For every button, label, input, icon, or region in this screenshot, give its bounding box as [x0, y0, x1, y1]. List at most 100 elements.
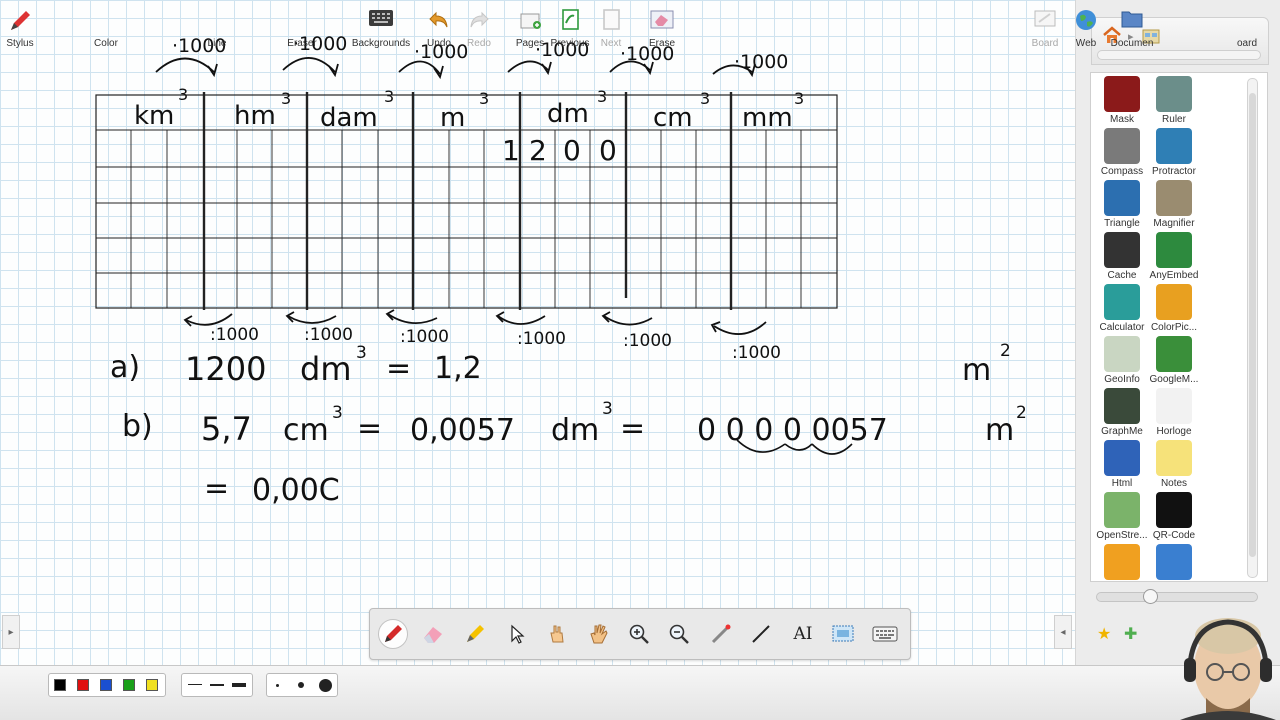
- tool-calculator[interactable]: Calculator: [1094, 284, 1150, 336]
- line-thick-option[interactable]: [232, 683, 246, 687]
- tool-label: Cache: [1107, 270, 1137, 281]
- tool-graphme[interactable]: GraphMe: [1094, 388, 1150, 440]
- swatch-blue[interactable]: [100, 679, 112, 691]
- tool-video[interactable]: [1146, 544, 1202, 596]
- tool-notes[interactable]: Notes: [1146, 440, 1202, 492]
- tool-protractor[interactable]: Protractor: [1146, 128, 1202, 180]
- tool-label: Html: [1111, 478, 1133, 489]
- svg-text:=: =: [204, 471, 229, 506]
- tool-mask[interactable]: Mask: [1094, 76, 1150, 128]
- tool-magnifier[interactable]: Magnifier: [1146, 180, 1202, 232]
- redo-button[interactable]: Redo: [466, 8, 492, 49]
- documents-button[interactable]: Documen: [1111, 8, 1153, 49]
- redo-icon: [470, 11, 489, 28]
- tool-stopwatch[interactable]: [1094, 544, 1150, 596]
- stylus-button[interactable]: Stylus: [6, 8, 34, 49]
- tool-anyembed[interactable]: AnyEmbed: [1146, 232, 1202, 284]
- graphme-icon: [1104, 388, 1140, 424]
- next-label: Next: [600, 38, 622, 49]
- zoom-slider[interactable]: [1096, 592, 1258, 602]
- svg-text:=: =: [357, 411, 382, 446]
- tool-compass[interactable]: Compass: [1094, 128, 1150, 180]
- header-hm: hm: [234, 101, 276, 131]
- tool-googlemaps[interactable]: GoogleM...: [1146, 336, 1202, 388]
- tool-label: Compass: [1100, 166, 1144, 177]
- zoom-out-icon[interactable]: [664, 619, 694, 649]
- qrcode-icon: [1156, 492, 1192, 528]
- interact-hand-icon[interactable]: [542, 619, 572, 649]
- svg-text:cm: cm: [283, 413, 329, 448]
- select-pointer-icon[interactable]: [502, 619, 532, 649]
- pan-hand-icon[interactable]: [584, 619, 614, 649]
- tool-label: Horloge: [1156, 426, 1192, 437]
- tool-ruler[interactable]: Ruler: [1146, 76, 1202, 128]
- svg-text::1000: :1000: [210, 325, 259, 345]
- floating-toolbar: AI: [369, 608, 911, 660]
- tool-cache[interactable]: Cache: [1094, 232, 1150, 284]
- undo-icon: [429, 11, 448, 28]
- cache-icon: [1104, 232, 1140, 268]
- web-button[interactable]: Web: [1073, 8, 1099, 49]
- swatch-black[interactable]: [54, 679, 66, 691]
- eraser-small-option[interactable]: [276, 684, 279, 687]
- tools-scrollbar[interactable]: [1247, 78, 1258, 578]
- tool-geoinfo[interactable]: GeoInfo: [1094, 336, 1150, 388]
- erase-page-button[interactable]: Erase: [648, 8, 676, 49]
- previous-button[interactable]: Previous: [551, 8, 589, 49]
- line-c: = 0,00C: [204, 471, 340, 508]
- tool-triangle[interactable]: Triangle: [1094, 180, 1150, 232]
- color-label: Color: [94, 38, 118, 49]
- tool-label: QR-Code: [1152, 530, 1196, 541]
- magnifier-icon: [1156, 180, 1192, 216]
- board-button[interactable]: Board: [1032, 8, 1058, 49]
- globe-icon: [1076, 10, 1096, 30]
- previous-label: Previous: [550, 38, 590, 49]
- zoom-slider-knob[interactable]: [1143, 589, 1158, 604]
- conversion-table: [95, 92, 838, 310]
- pen-tool-icon[interactable]: [378, 619, 408, 649]
- svg-text:m: m: [962, 353, 991, 388]
- svg-text::1000: :1000: [304, 325, 353, 345]
- swatch-yellow[interactable]: [146, 679, 158, 691]
- header-scrollbar[interactable]: [1097, 50, 1261, 60]
- line-medium-option[interactable]: [210, 684, 224, 686]
- star-icon[interactable]: ★: [1097, 624, 1111, 643]
- keyboard-icon[interactable]: [870, 619, 900, 649]
- tool-openstreetmap[interactable]: OpenStre...: [1094, 492, 1150, 544]
- svg-text:3: 3: [794, 89, 804, 108]
- swatch-red[interactable]: [77, 679, 89, 691]
- backgrounds-button[interactable]: Backgrounds: [352, 8, 410, 49]
- right-panel-toggle[interactable]: ◂: [1054, 615, 1072, 649]
- add-favorite-icon[interactable]: ✚: [1124, 624, 1137, 643]
- highlighter-tool-icon[interactable]: [460, 619, 490, 649]
- next-button[interactable]: Next: [598, 8, 624, 49]
- undo-button[interactable]: Undo: [426, 8, 452, 49]
- svg-text:0,00C: 0,00C: [252, 473, 340, 508]
- web-label: Web: [1075, 38, 1097, 49]
- svg-text:5,7: 5,7: [201, 410, 252, 448]
- header-dm: dm: [547, 99, 589, 129]
- svg-text:dm: dm: [551, 413, 599, 448]
- eraser-tool-icon[interactable]: [418, 619, 448, 649]
- eraser-medium-option[interactable]: [298, 682, 304, 688]
- documents-icon: [1121, 11, 1143, 28]
- line-tool-icon[interactable]: [746, 619, 776, 649]
- tool-colorpicker[interactable]: ColorPic...: [1146, 284, 1202, 336]
- tool-clock[interactable]: Horloge: [1146, 388, 1202, 440]
- tool-label: Notes: [1160, 478, 1188, 489]
- svg-text::1000: :1000: [517, 329, 566, 349]
- tool-qrcode[interactable]: QR-Code: [1146, 492, 1202, 544]
- swatch-green[interactable]: [123, 679, 135, 691]
- pages-button[interactable]: Pages: [516, 8, 544, 49]
- capture-tool-icon[interactable]: [828, 619, 858, 649]
- svg-text:dm: dm: [300, 350, 351, 388]
- left-panel-toggle[interactable]: ▸: [2, 615, 20, 649]
- line-thin-option[interactable]: [188, 684, 202, 685]
- svg-text:3: 3: [384, 87, 394, 106]
- text-tool-icon[interactable]: AI: [788, 619, 818, 649]
- zoom-in-icon[interactable]: [624, 619, 654, 649]
- stopwatch-icon: [1104, 544, 1140, 580]
- eraser-large-option[interactable]: [319, 679, 332, 692]
- laser-pointer-icon[interactable]: [706, 619, 736, 649]
- tool-html[interactable]: Html: [1094, 440, 1150, 492]
